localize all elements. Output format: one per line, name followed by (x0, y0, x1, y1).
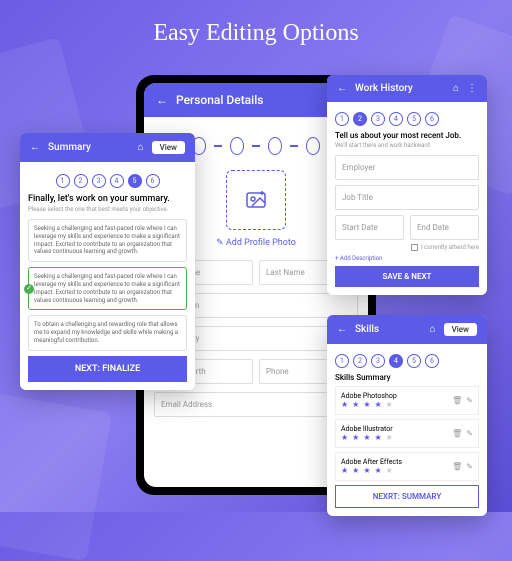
check-icon: ✓ (24, 284, 34, 294)
skill-row: Adobe Illustrator ★ ★ ★ ★ ★ 🗑 ✎ (335, 419, 479, 448)
summary-option-3[interactable]: To obtain a challenging and rewarding ro… (28, 315, 187, 350)
summary-title: Summary (48, 142, 91, 153)
step-5[interactable]: 5 (407, 354, 421, 368)
skill-row: Adobe Photoshop ★ ★ ★ ★ ★ 🗑 ✎ (335, 386, 479, 415)
employer-input[interactable]: Employer (335, 155, 479, 180)
home-icon[interactable]: ⌂ (430, 324, 436, 335)
summary-card: ← Summary ⌂ View 1 2 3 4 5 6 Finally, le… (20, 133, 195, 390)
home-icon[interactable]: ⌂ (138, 142, 144, 153)
step-2[interactable]: 2 (353, 112, 367, 126)
summary-option-1[interactable]: Seeking a challenging and fast-paced rol… (28, 219, 187, 262)
enddate-input[interactable]: End Date (410, 215, 479, 240)
step-3[interactable]: 3 (371, 112, 385, 126)
work-history-card: ← Work History ⌂ ⋮ 1 2 3 4 5 6 Tell us a… (327, 75, 487, 295)
currently-checkbox[interactable]: I currently attend here (335, 244, 479, 251)
step-4[interactable]: 4 (389, 112, 403, 126)
rating-stars: ★ ★ ★ ★ ★ (341, 400, 448, 409)
edit-icon[interactable]: ✎ (466, 462, 473, 471)
back-icon[interactable]: ← (156, 93, 168, 107)
skill-row: Adobe After Effects ★ ★ ★ ★ ★ 🗑 ✎ (335, 452, 479, 481)
delete-icon[interactable]: 🗑 (452, 396, 462, 405)
work-title: Work History (355, 83, 413, 94)
back-icon[interactable]: ← (337, 83, 347, 94)
edit-icon[interactable]: ✎ (466, 396, 473, 405)
view-button[interactable]: View (152, 141, 185, 154)
step-6[interactable]: 6 (425, 354, 439, 368)
header-title: Personal Details (176, 93, 263, 107)
edit-icon[interactable]: ✎ (466, 429, 473, 438)
add-description-link[interactable]: + Add Description (335, 255, 479, 262)
step-4[interactable]: 4 (389, 354, 403, 368)
step-5[interactable]: 5 (128, 174, 142, 188)
home-icon[interactable]: ⌂ (453, 83, 459, 94)
skills-summary-label: Skills Summary (335, 373, 479, 382)
finalize-button[interactable]: NEXT: FINALIZE (28, 356, 187, 382)
step-3[interactable]: 3 (92, 174, 106, 188)
step-6[interactable]: 6 (146, 174, 160, 188)
step-4[interactable] (268, 137, 282, 155)
skills-title: Skills (355, 324, 379, 335)
step-2[interactable]: 2 (74, 174, 88, 188)
summary-headline: Finally, let's work on your summary. (28, 194, 187, 204)
view-button[interactable]: View (444, 323, 477, 336)
summary-option-2[interactable]: ✓Seeking a challenging and fast-paced ro… (28, 267, 187, 310)
rating-stars: ★ ★ ★ ★ ★ (341, 433, 448, 442)
next-summary-button[interactable]: NEXRT: SUMMARY (335, 485, 479, 508)
step-1[interactable]: 1 (56, 174, 70, 188)
step-2[interactable]: 2 (353, 354, 367, 368)
step-1[interactable]: 1 (335, 354, 349, 368)
upload-photo[interactable] (226, 170, 286, 230)
menu-icon[interactable]: ⋮ (467, 83, 477, 94)
step-3[interactable] (230, 137, 244, 155)
step-4[interactable]: 4 (110, 174, 124, 188)
delete-icon[interactable]: 🗑 (452, 462, 462, 471)
step-6[interactable]: 6 (425, 112, 439, 126)
skills-card: ← Skills ⌂ View 1 2 3 4 5 6 Skills Summa… (327, 315, 487, 516)
pencil-icon: ✎ (216, 238, 224, 248)
delete-icon[interactable]: 🗑 (452, 429, 462, 438)
page-title: Easy Editing Options (0, 0, 512, 47)
startdate-input[interactable]: Start Date (335, 215, 404, 240)
jobtitle-input[interactable]: Job Title (335, 185, 479, 210)
save-next-button[interactable]: SAVE & NEXT (335, 266, 479, 287)
step-5[interactable] (306, 137, 320, 155)
step-3[interactable]: 3 (371, 354, 385, 368)
work-headline: Tell us about your most recent Job. (335, 131, 479, 140)
back-icon[interactable]: ← (337, 324, 347, 335)
summary-sub: Please select the one that best meets yo… (28, 206, 187, 213)
step-5[interactable]: 5 (407, 112, 421, 126)
step-1[interactable]: 1 (335, 112, 349, 126)
back-icon[interactable]: ← (30, 142, 40, 153)
rating-stars: ★ ★ ★ ★ ★ (341, 466, 448, 475)
work-sub: We'll start there and work backward (335, 142, 479, 149)
